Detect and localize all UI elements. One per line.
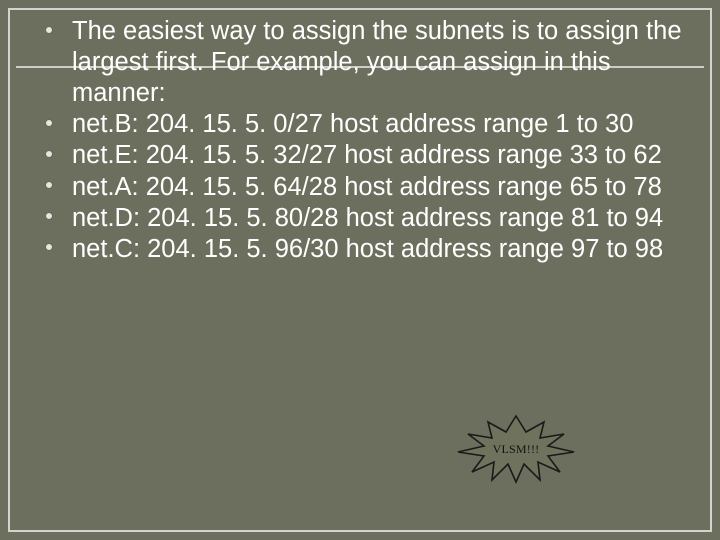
list-item-text: net.A: 204. 15. 5. 64/28 host address ra…: [72, 173, 662, 201]
list-item-text: net.D: 204. 15. 5. 80/28 host address ra…: [72, 204, 663, 232]
list-item-text: The easiest way to assign the subnets is…: [72, 17, 682, 107]
list-item-text: net.C: 204. 15. 5. 96/30 host address ra…: [72, 235, 663, 263]
list-item: net.A: 204. 15. 5. 64/28 host address ra…: [40, 172, 690, 203]
list-item: net.D: 204. 15. 5. 80/28 host address ra…: [40, 203, 690, 234]
bullet-icon: [46, 151, 52, 157]
slide-frame: The easiest way to assign the subnets is…: [8, 8, 712, 532]
starburst-icon: [454, 414, 578, 484]
bullet-icon: [46, 27, 52, 33]
list-item: net.E: 204. 15. 5. 32/27 host address ra…: [40, 140, 690, 171]
list-item-text: net.B: 204. 15. 5. 0/27 host address ran…: [72, 110, 633, 138]
starburst-callout: VLSM!!!: [454, 414, 578, 484]
starburst-label: VLSM!!!: [454, 414, 578, 484]
bullet-list: The easiest way to assign the subnets is…: [40, 16, 690, 265]
bullet-icon: [46, 120, 52, 126]
list-item: The easiest way to assign the subnets is…: [40, 16, 690, 109]
bullet-icon: [46, 213, 52, 219]
bullet-icon: [46, 182, 52, 188]
list-item: net.B: 204. 15. 5. 0/27 host address ran…: [40, 109, 690, 140]
list-item-text: net.E: 204. 15. 5. 32/27 host address ra…: [72, 141, 662, 169]
list-item: net.C: 204. 15. 5. 96/30 host address ra…: [40, 234, 690, 265]
bullet-icon: [46, 244, 52, 250]
